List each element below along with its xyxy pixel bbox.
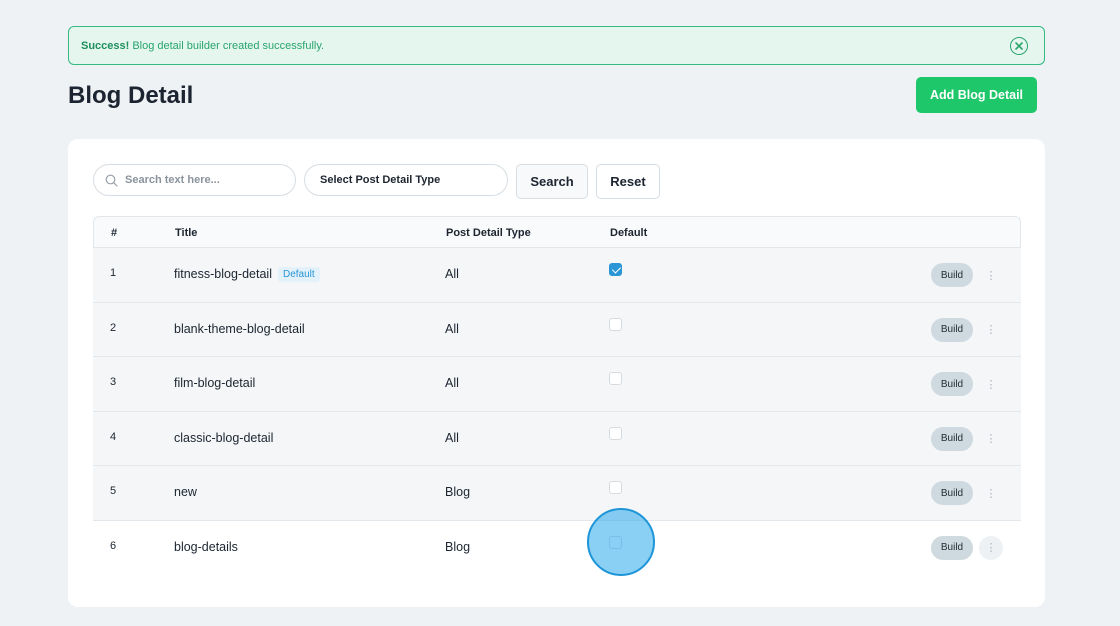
search-button[interactable]: Search: [516, 164, 588, 199]
row-title-text: new: [174, 485, 197, 499]
table-row: 5 new Blog Build ⋮: [93, 466, 1021, 521]
row-title-text: film-blog-detail: [174, 376, 256, 390]
build-button[interactable]: Build: [931, 481, 973, 505]
default-checkbox[interactable]: [609, 426, 622, 440]
build-button[interactable]: Build: [931, 426, 973, 451]
search-input[interactable]: Search text here...: [93, 164, 296, 196]
default-checkbox[interactable]: [609, 481, 622, 494]
default-checkbox[interactable]: [609, 372, 622, 385]
default-checkbox[interactable]: [609, 263, 622, 276]
alert-title: Success!: [81, 39, 130, 52]
close-circle-icon[interactable]: [1010, 37, 1028, 55]
row-post-detail-type: All: [445, 267, 459, 281]
column-post-detail-type: Post Detail Type: [446, 227, 531, 239]
row-number: 5: [110, 485, 117, 497]
row-number: 3: [110, 376, 117, 388]
vertical-dots-icon[interactable]: ⋮: [979, 263, 1003, 287]
add-blog-detail-button[interactable]: Add Blog Detail: [916, 77, 1037, 113]
row-title-text: blog-details: [174, 539, 238, 554]
page-title: Blog Detail: [68, 82, 194, 109]
row-title-text: classic-blog-detail: [174, 430, 274, 445]
row-title: fitness-blog-detail Default: [174, 267, 320, 282]
vertical-dots-icon[interactable]: ⋮: [979, 481, 1003, 505]
success-alert: Success! Blog detail builder created suc…: [68, 26, 1045, 65]
table-row: 4 classic-blog-detail All Build ⋮: [93, 411, 1021, 466]
column-title: Title: [175, 227, 198, 239]
row-number: 1: [110, 267, 117, 279]
table-row: 2 blank-theme-blog-detail All Build ⋮: [93, 302, 1021, 357]
table-row: 6 blog-details Blog Build ⋮: [93, 520, 1021, 575]
column-default: Default: [610, 227, 648, 239]
row-title: film-blog-detail: [174, 376, 255, 390]
alert-message: Blog detail builder created successfully…: [132, 39, 325, 52]
build-button[interactable]: Build: [931, 317, 973, 342]
row-title: classic-blog-detail: [174, 431, 273, 445]
blog-detail-card: Search text here... Select Post Detail T…: [68, 139, 1045, 607]
build-button[interactable]: Build: [931, 372, 973, 396]
default-checkbox[interactable]: [609, 317, 622, 331]
row-number: 2: [110, 321, 117, 334]
search-icon: [105, 174, 118, 187]
type-select-label: Select Post Detail Type: [320, 174, 441, 186]
row-title: blog-details: [174, 540, 238, 554]
row-post-detail-type: All: [445, 321, 459, 336]
default-checkbox[interactable]: [609, 535, 622, 549]
build-button[interactable]: Build: [931, 535, 973, 560]
default-badge: Default: [277, 267, 320, 282]
post-detail-type-select[interactable]: Select Post Detail Type: [304, 164, 508, 196]
row-post-detail-type: All: [445, 430, 459, 445]
table-row: 1 fitness-blog-detail Default All Build ⋮: [93, 248, 1021, 303]
row-title-text: fitness-blog-detail: [174, 267, 272, 281]
row-post-detail-type: Blog: [445, 539, 471, 554]
row-post-detail-type: All: [445, 376, 459, 390]
reset-button[interactable]: Reset: [596, 164, 660, 199]
column-number: #: [111, 227, 118, 239]
vertical-dots-icon[interactable]: ⋮: [979, 427, 1003, 451]
build-button[interactable]: Build: [931, 263, 973, 287]
search-placeholder: Search text here...: [125, 174, 220, 186]
vertical-dots-icon[interactable]: ⋮: [979, 535, 1003, 560]
row-title: blank-theme-blog-detail: [174, 322, 305, 336]
vertical-dots-icon[interactable]: ⋮: [979, 318, 1003, 342]
row-post-detail-type: Blog: [445, 485, 471, 499]
row-title: new: [174, 485, 197, 499]
row-number: 4: [110, 430, 117, 443]
vertical-dots-icon[interactable]: ⋮: [979, 372, 1003, 396]
row-number: 6: [110, 539, 117, 552]
row-title-text: blank-theme-blog-detail: [174, 321, 305, 336]
table-row: 3 film-blog-detail All Build ⋮: [93, 357, 1021, 412]
table-header: # Title Post Detail Type Default: [93, 216, 1021, 248]
blog-detail-table: # Title Post Detail Type Default 1 fitnes…: [93, 216, 1021, 575]
